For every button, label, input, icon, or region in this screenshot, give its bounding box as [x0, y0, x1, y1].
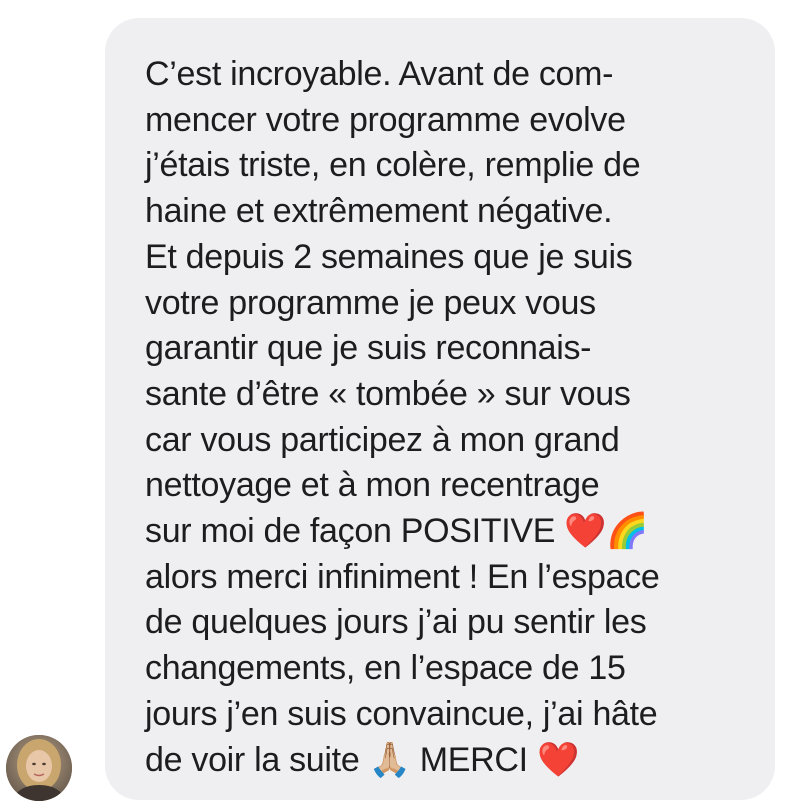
- message-bubble[interactable]: C’est incroyable. Avant de com- mencer v…: [105, 18, 775, 800]
- message-line: changements, en l’espace de 15: [145, 649, 626, 688]
- user-avatar-photo-icon: [6, 735, 72, 801]
- message-line: jours j’en suis convaincue, j’ai hâte: [145, 694, 658, 733]
- message-line: votre programme je peux vous: [145, 283, 596, 322]
- message-text: C’est incroyable. Avant de com- mencer v…: [145, 52, 660, 783]
- sender-avatar[interactable]: [6, 735, 72, 801]
- message-line: haine et extrêmement négative.: [145, 192, 613, 231]
- message-line: sur moi de façon POSITIVE ❤️🌈: [145, 512, 649, 551]
- message-line: mencer votre programme evolve: [145, 100, 626, 139]
- message-line: garantir que je suis reconnais-: [145, 329, 592, 368]
- message-line: de quelques jours j’ai pu sentir les: [145, 603, 647, 642]
- message-line: C’est incroyable. Avant de com-: [145, 55, 614, 93]
- message-line: j’étais triste, en colère, remplie de: [145, 146, 641, 185]
- message-line: sante d’être « tombée » sur vous: [145, 374, 631, 413]
- message-line: Et depuis 2 semaines que je suis: [145, 237, 633, 276]
- message-line: de voir la suite 🙏🏼 MERCI ❤️: [145, 740, 579, 779]
- message-line: nettoyage et à mon recentrage: [145, 466, 600, 505]
- message-line: alors merci infiniment ! En l’espace: [145, 557, 660, 596]
- message-line: car vous participez à mon grand: [145, 420, 620, 459]
